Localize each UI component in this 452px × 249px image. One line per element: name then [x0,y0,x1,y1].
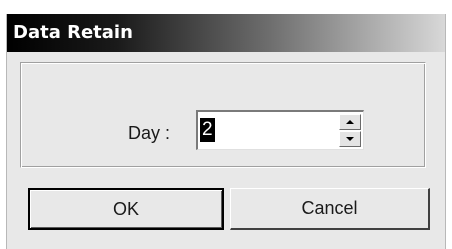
spin-up-button[interactable] [339,114,361,130]
title-bar[interactable]: Data Retain [7,14,445,52]
cancel-button[interactable]: Cancel [230,188,430,230]
spin-down-arrow-icon [346,137,354,141]
spin-up-arrow-icon [346,120,354,124]
day-input[interactable]: 2 [200,118,215,142]
day-spinbox[interactable]: 2 [196,110,364,150]
dialog-title: Data Retain [13,22,133,43]
day-label: Day : [128,123,171,143]
ok-button[interactable]: OK [28,188,224,230]
spin-down-button[interactable] [339,131,361,147]
